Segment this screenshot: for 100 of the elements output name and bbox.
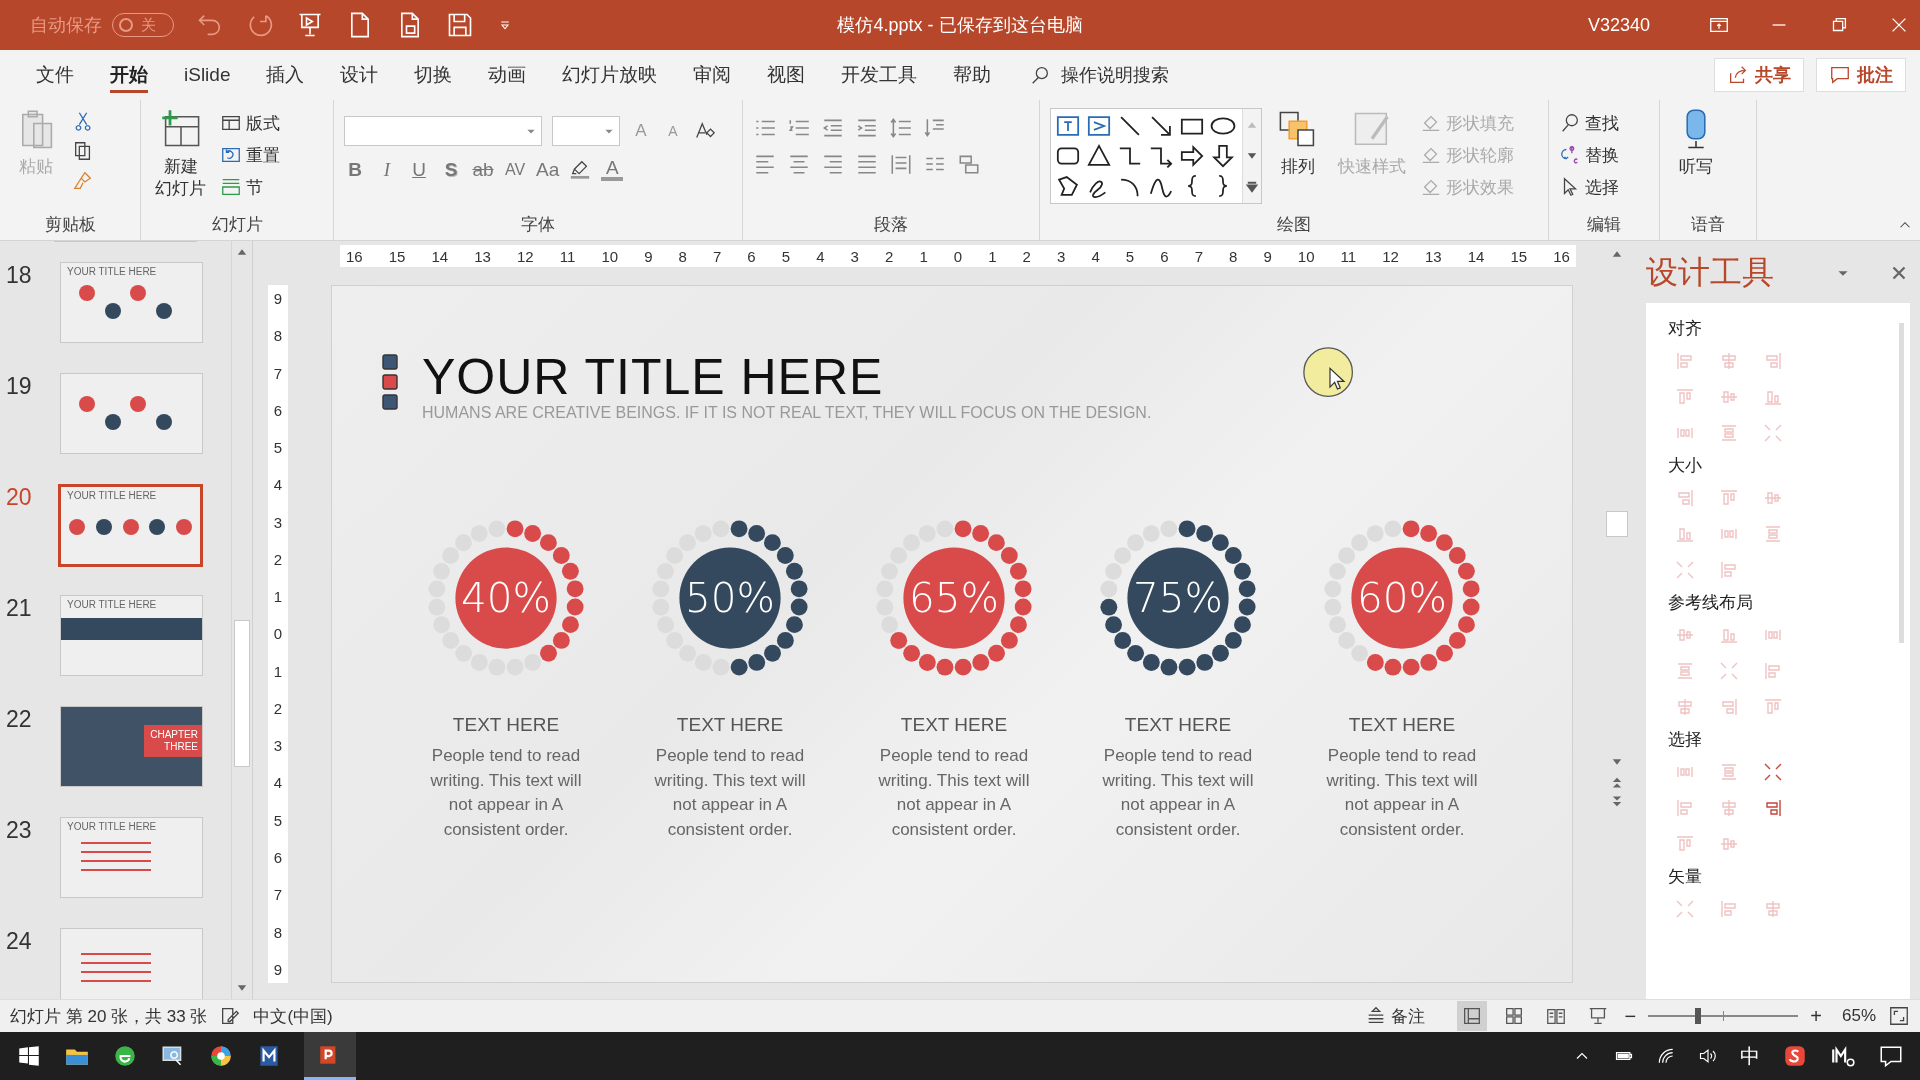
font-format-button[interactable]: Aa — [536, 158, 560, 181]
font-format-button[interactable]: A — [601, 158, 624, 181]
ribbon-tab[interactable]: 幻灯片放映 — [544, 55, 676, 95]
normal-view-icon[interactable] — [1456, 1001, 1487, 1031]
scrollbar-thumb[interactable] — [1606, 510, 1628, 537]
replace-button[interactable]: 替换 — [1559, 142, 1619, 168]
font-format-button[interactable]: S — [440, 158, 462, 181]
ribbon-tab[interactable]: 文件 — [18, 55, 92, 95]
sogou-input-icon[interactable] — [1782, 1043, 1808, 1069]
font-format-button[interactable]: ab — [472, 158, 494, 181]
ruler-number: 13 — [474, 248, 491, 264]
slide-number: 18 — [5, 262, 33, 290]
font-format-button[interactable]: AV — [504, 160, 526, 179]
down-arrow-icon[interactable] — [1209, 142, 1237, 170]
thumbnail-scrollbar[interactable] — [231, 241, 252, 999]
slide-thumbnail[interactable]: YOUR TITLE HERE — [60, 595, 203, 676]
powerpoint-taskbar-button[interactable] — [304, 1032, 356, 1080]
shapes-gallery[interactable] — [1050, 108, 1262, 204]
ribbon-tab[interactable]: 帮助 — [935, 55, 1010, 95]
font-size-field[interactable] — [552, 116, 620, 146]
document-title: 模仿4.pptx - 已保存到这台电脑 — [837, 14, 1083, 37]
slide-thumbnail[interactable] — [60, 373, 203, 454]
zoom-out-button[interactable]: − — [1624, 1004, 1637, 1028]
slide-thumbnail[interactable]: YOUR TITLE HERE — [60, 817, 203, 898]
slide-thumbnail[interactable] — [60, 928, 203, 999]
thumbnail-bars-drawing — [81, 953, 151, 982]
zoom-level[interactable]: 65% — [1841, 1006, 1876, 1026]
language-indicator[interactable]: 中文(中国) — [253, 1004, 333, 1028]
format-painter-icon[interactable] — [72, 170, 94, 192]
slide-thumbnail[interactable]: YOUR TITLE HERE — [58, 484, 203, 567]
slide-number: 21 — [5, 595, 33, 623]
line-spacing-icon[interactable] — [889, 116, 913, 140]
wifi-icon[interactable] — [1656, 1046, 1676, 1066]
ruler-number: 3 — [273, 514, 283, 530]
select-button[interactable]: 选择 — [1559, 174, 1619, 200]
more-icon[interactable] — [1245, 180, 1259, 195]
distributed-icon[interactable] — [889, 152, 913, 176]
im-app-icon[interactable] — [1830, 1043, 1856, 1069]
text-direction-icon[interactable] — [923, 116, 947, 140]
ruler-number: 2 — [885, 248, 894, 264]
ruler-number: 12 — [517, 248, 534, 264]
browser-icon[interactable] — [112, 1043, 138, 1069]
windows-start-icon[interactable] — [16, 1043, 42, 1069]
ruler-number: 1 — [919, 248, 928, 264]
notes-button[interactable]: 备注 — [1364, 1004, 1425, 1028]
font-format-button[interactable]: U — [408, 158, 430, 181]
scrollbar-thumb[interactable] — [234, 619, 250, 767]
spell-check-icon[interactable] — [219, 1005, 242, 1027]
slide-number: 22 — [5, 706, 33, 734]
font-format-button[interactable]: B — [344, 158, 366, 181]
ribbon-tab[interactable]: 插入 — [248, 55, 323, 95]
ribbon-tab[interactable]: 设计 — [322, 55, 397, 95]
find-button[interactable]: 查找 — [1559, 110, 1619, 136]
new-slide-button[interactable]: 新建 幻灯片 — [151, 106, 210, 203]
tell-me-field[interactable]: 操作说明搜索 — [1029, 63, 1224, 87]
ribbon-tab[interactable]: 切换 — [396, 55, 471, 95]
speaker-icon[interactable] — [1698, 1046, 1718, 1066]
percent-value: 75% — [1133, 573, 1223, 622]
highlighter-icon[interactable] — [569, 158, 592, 181]
right-arrow-icon[interactable] — [1178, 142, 1206, 170]
ruler-number: 13 — [1425, 248, 1442, 264]
search-icon — [1559, 112, 1581, 134]
font-name-field[interactable] — [344, 116, 542, 146]
share-button[interactable]: 共享 — [1714, 58, 1804, 92]
ribbon-tab[interactable]: 开发工具 — [823, 55, 936, 95]
stat-description: People tend to read writing. This text will not appear in A consistent order. — [1101, 745, 1255, 841]
ruler-number: 10 — [1297, 248, 1315, 264]
comments-button[interactable]: 批注 — [1816, 58, 1906, 92]
ruler-number: 2 — [273, 551, 283, 567]
save-icon[interactable] — [446, 11, 474, 39]
ribbon-tab[interactable]: 开始 — [92, 55, 166, 95]
ruler-number: 5 — [273, 440, 283, 456]
previous-slide-icon[interactable] — [1610, 775, 1624, 789]
section-button[interactable]: 节 — [220, 174, 263, 200]
next-slide-icon[interactable] — [1610, 795, 1624, 809]
slide-thumbnail[interactable]: CHAPTER THREE — [60, 706, 203, 787]
design-tool-icon[interactable] — [1762, 761, 1784, 783]
layout-button[interactable]: 版式 — [220, 110, 280, 136]
section-label: 参考线布局 — [1668, 592, 1754, 614]
zoom-in-button[interactable]: + — [1810, 1004, 1822, 1028]
reset-button[interactable]: 重置 — [220, 142, 280, 168]
stat-heading: TEXT HERE — [1348, 714, 1456, 736]
section-label: 选择 — [1668, 729, 1703, 751]
ribbon-tab[interactable]: 动画 — [470, 55, 545, 95]
fit-to-window-icon[interactable] — [1888, 1005, 1910, 1027]
input-method-indicator[interactable]: 中 — [1740, 1042, 1760, 1070]
font-format-button[interactable]: I — [376, 158, 398, 181]
group-label: 段落 — [873, 214, 909, 236]
ribbon-tab[interactable]: 审阅 — [675, 55, 750, 95]
arrange-button[interactable]: 排列 — [1272, 106, 1324, 181]
ribbon-tab[interactable]: 视图 — [749, 55, 824, 95]
dictate-button[interactable]: 听写 — [1670, 106, 1722, 181]
thumbnail-title: CHAPTER THREE — [144, 725, 202, 757]
ruler-number: 1 — [273, 589, 283, 605]
zoom-slider-thumb[interactable] — [1694, 1008, 1701, 1024]
ribbon-tab[interactable]: iSlide — [166, 55, 249, 95]
slide-thumbnail[interactable]: YOUR TITLE HERE — [60, 262, 203, 343]
ruler-number: 6 — [273, 850, 283, 865]
ruler-number: 11 — [559, 248, 576, 264]
color-wheel-icon[interactable] — [208, 1043, 234, 1069]
